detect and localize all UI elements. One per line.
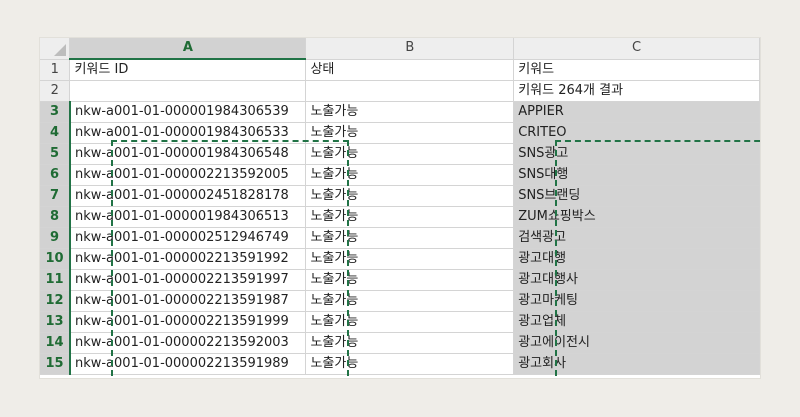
- select-all-corner[interactable]: [40, 38, 71, 60]
- row-header[interactable]: 11: [40, 269, 71, 291]
- column-header-a[interactable]: A: [69, 38, 307, 60]
- row-header[interactable]: 4: [40, 122, 71, 144]
- cell-c[interactable]: APPIER: [513, 101, 760, 123]
- row-header[interactable]: 10: [40, 248, 71, 270]
- column-header-c[interactable]: C: [513, 38, 760, 60]
- cell-c[interactable]: 키워드 264개 결과: [513, 80, 760, 102]
- row-header[interactable]: 15: [40, 353, 71, 375]
- cell-a[interactable]: [69, 80, 307, 102]
- row-header[interactable]: 6: [40, 164, 71, 186]
- row-header[interactable]: 9: [40, 227, 71, 249]
- copy-marquee-column-a: [111, 140, 349, 378]
- row-header[interactable]: 13: [40, 311, 71, 333]
- cell-b[interactable]: 상태: [305, 59, 515, 81]
- cell-b[interactable]: 노출가능: [305, 101, 515, 123]
- table-row: 1 키워드 ID 상태 키워드: [40, 59, 760, 81]
- cell-a[interactable]: 키워드 ID: [69, 59, 307, 81]
- row-header[interactable]: 1: [40, 59, 71, 81]
- cell-a[interactable]: nkw-a001-01-000001984306539: [69, 101, 307, 123]
- row-header[interactable]: 3: [40, 101, 71, 123]
- copy-marquee-column-c: [555, 140, 760, 378]
- spreadsheet-frame: A B C 1 키워드 ID 상태 키워드 2 키워드 264개 결과 3 nkw-a001-…: [40, 38, 760, 378]
- select-all-triangle-icon: [54, 43, 67, 56]
- row-header[interactable]: 14: [40, 332, 71, 354]
- cell-b[interactable]: [305, 80, 515, 102]
- row-header[interactable]: 12: [40, 290, 71, 312]
- table-row: 2 키워드 264개 결과: [40, 80, 760, 102]
- column-header-b[interactable]: B: [305, 38, 515, 60]
- row-header[interactable]: 7: [40, 185, 71, 207]
- row-header[interactable]: 2: [40, 80, 71, 102]
- row-header[interactable]: 8: [40, 206, 71, 228]
- column-header-row: A B C: [40, 38, 760, 60]
- table-row: 3 nkw-a001-01-000001984306539 노출가능 APPIER: [40, 101, 760, 123]
- cell-c[interactable]: 키워드: [513, 59, 760, 81]
- row-header[interactable]: 5: [40, 143, 71, 165]
